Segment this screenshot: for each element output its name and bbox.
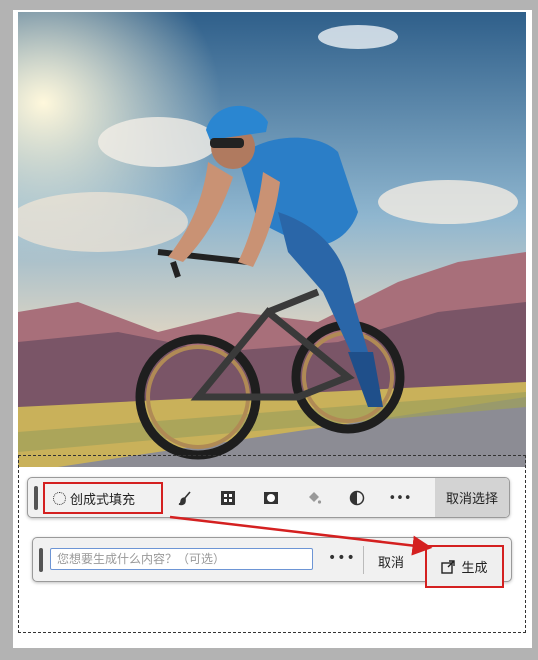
- prompt-input[interactable]: [50, 548, 313, 570]
- cancel-button[interactable]: 取消: [378, 552, 404, 571]
- more-icon[interactable]: •••: [328, 550, 356, 566]
- generative-fill-label: 创成式填充: [70, 492, 136, 508]
- divider: [363, 546, 364, 574]
- paint-bucket-icon[interactable]: [304, 488, 324, 508]
- generative-fill-prompt-bar: ••• 取消 生成: [32, 537, 512, 588]
- generative-fill-button[interactable]: 创成式填充: [43, 482, 163, 514]
- mask-icon[interactable]: [261, 488, 281, 508]
- drag-handle[interactable]: [34, 486, 38, 510]
- generate-icon: [441, 559, 456, 574]
- brush-icon[interactable]: [175, 488, 195, 508]
- generative-fill-icon: [53, 491, 66, 505]
- generate-button[interactable]: 生成: [425, 545, 504, 588]
- deselect-label: 取消选择: [445, 492, 498, 507]
- cyclist-photo: [18, 12, 526, 467]
- generate-label: 生成: [461, 561, 488, 576]
- drag-handle[interactable]: [39, 548, 43, 572]
- contextual-taskbar: 创成式填充 ••• 取消选择: [27, 477, 510, 518]
- deselect-button[interactable]: 取消选择: [435, 478, 509, 517]
- invert-icon[interactable]: [347, 488, 367, 508]
- mask-pattern-icon[interactable]: [218, 488, 238, 508]
- more-icon[interactable]: •••: [389, 488, 412, 508]
